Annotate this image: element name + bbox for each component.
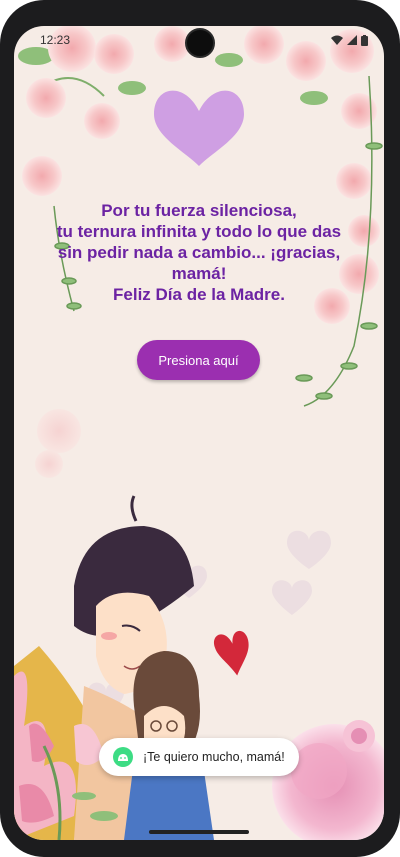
status-time: 12:23 [40, 33, 71, 47]
heart-icon [154, 90, 244, 166]
signal-icon [347, 35, 357, 45]
toast-text: ¡Te quiero mucho, mamá! [143, 750, 285, 764]
toast-notification: ¡Te quiero mucho, mamá! [99, 738, 299, 776]
battery-icon [361, 34, 368, 46]
message-line: mamá! [171, 264, 227, 283]
message-line: Por tu fuerza silenciosa, [101, 201, 297, 220]
home-indicator[interactable] [149, 830, 249, 834]
android-icon [113, 747, 133, 767]
app-screen: 12:23 Por tu fuerza silenciosa, tu ternu… [14, 26, 384, 840]
background-illustration [14, 26, 384, 840]
phone-frame: 12:23 Por tu fuerza silenciosa, tu ternu… [0, 0, 400, 857]
peony-flower [272, 720, 384, 840]
red-heart-icon [213, 630, 249, 676]
message-line: sin pedir nada a cambio... ¡gracias, [57, 243, 341, 262]
press-here-button[interactable]: Presiona aquí [137, 340, 260, 380]
message-line: tu ternura infinita y todo lo que das [56, 222, 342, 241]
message-line: Feliz Día de la Madre. [113, 285, 285, 304]
status-icons [331, 34, 368, 46]
front-camera [185, 28, 215, 58]
greeting-message: Por tu fuerza silenciosa, tu ternura inf… [34, 200, 364, 305]
wifi-icon [331, 35, 343, 45]
